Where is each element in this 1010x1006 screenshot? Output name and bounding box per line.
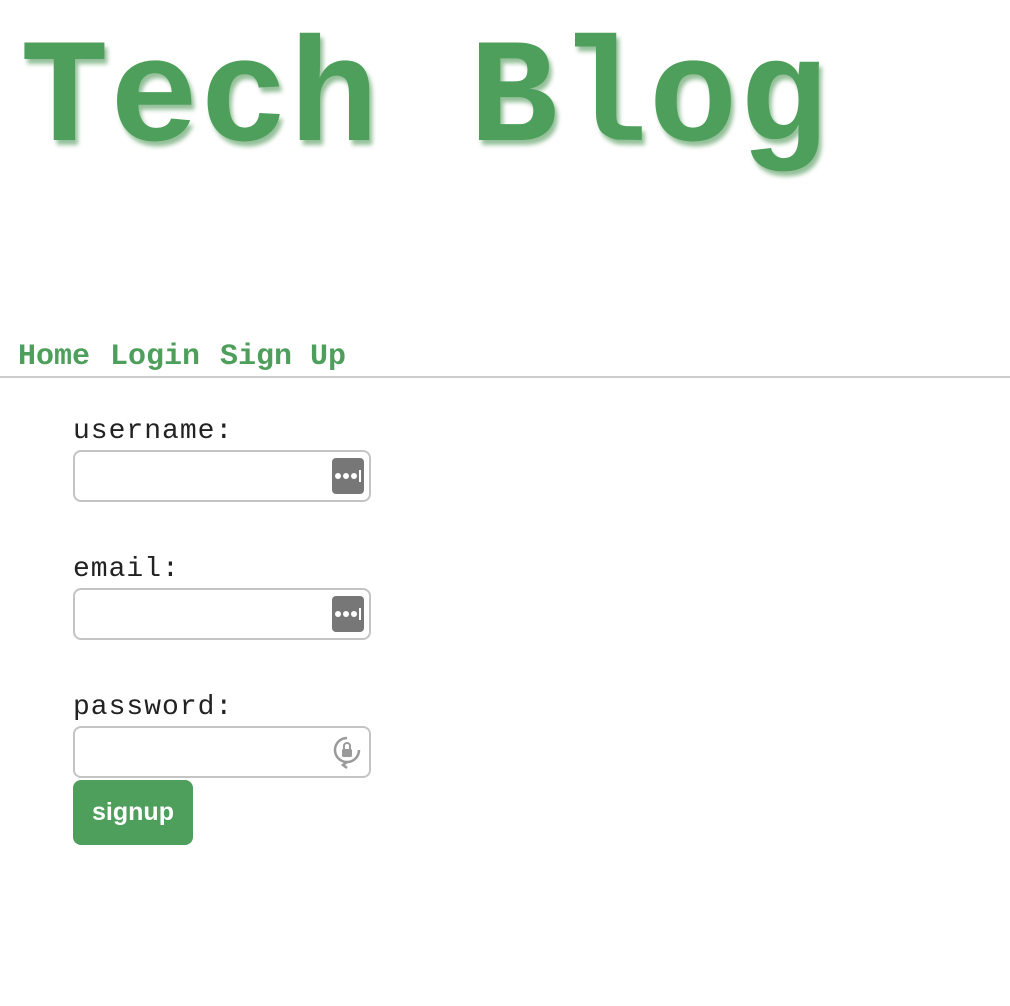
nav-link-login[interactable]: Login bbox=[110, 338, 200, 376]
password-manager-icon[interactable] bbox=[332, 596, 364, 632]
password-input[interactable] bbox=[73, 726, 371, 778]
signup-form: username: email: password: signup bbox=[73, 414, 473, 845]
signup-button[interactable]: signup bbox=[73, 780, 193, 845]
username-input[interactable] bbox=[73, 450, 371, 502]
cursor-bar-shape bbox=[359, 608, 361, 620]
dot-shape bbox=[343, 473, 349, 479]
main-nav: Home Login Sign Up bbox=[18, 338, 346, 376]
email-label: email: bbox=[73, 554, 180, 585]
dot-shape bbox=[351, 611, 357, 617]
dot-shape bbox=[335, 611, 341, 617]
cursor-bar-shape bbox=[359, 470, 361, 482]
nav-link-signup[interactable]: Sign Up bbox=[220, 338, 346, 376]
password-manager-icon[interactable] bbox=[332, 458, 364, 494]
password-field-wrapper bbox=[73, 726, 371, 778]
username-label: username: bbox=[73, 416, 234, 447]
dot-shape bbox=[351, 473, 357, 479]
nav-link-home[interactable]: Home bbox=[18, 338, 90, 376]
dot-shape bbox=[343, 611, 349, 617]
email-field-wrapper bbox=[73, 588, 371, 640]
nav-divider bbox=[0, 376, 1010, 378]
site-title: Tech Blog bbox=[20, 18, 829, 185]
username-field-wrapper bbox=[73, 450, 371, 502]
password-generator-icon[interactable] bbox=[331, 735, 363, 769]
password-label: password: bbox=[73, 692, 234, 723]
email-input[interactable] bbox=[73, 588, 371, 640]
dot-shape bbox=[335, 473, 341, 479]
